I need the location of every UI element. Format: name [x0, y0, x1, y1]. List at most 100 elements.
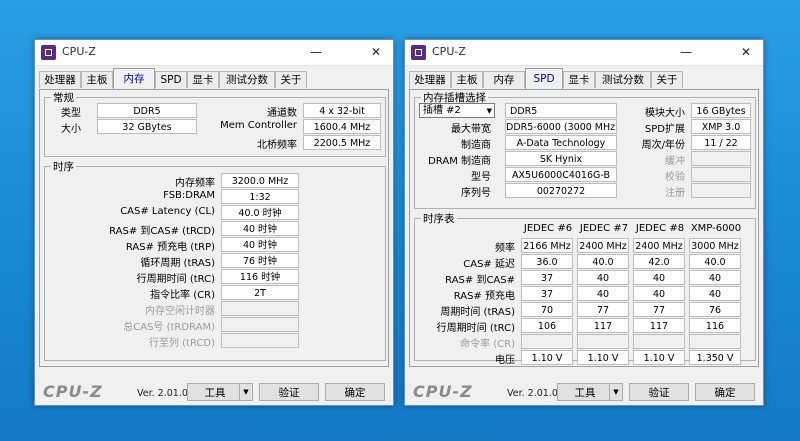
- slot-select-value: 插槽 #2: [423, 105, 461, 116]
- timing-value: 40 时钟: [221, 221, 299, 236]
- close-icon[interactable]: ✕: [731, 42, 761, 62]
- part-number-label: 型号: [471, 172, 491, 183]
- tab-cpu[interactable]: 处理器: [39, 71, 81, 88]
- table-cell: 117: [633, 318, 685, 333]
- tab-memory[interactable]: 内存: [483, 71, 525, 88]
- table-cell: [633, 334, 685, 349]
- table-cell: 1.10 V: [521, 350, 573, 365]
- correction-value: [691, 167, 751, 182]
- buffered-label: 缓冲: [665, 156, 685, 167]
- tools-button[interactable]: 工具 ▼: [187, 383, 253, 401]
- title-bar[interactable]: CPU-Z — ✕: [35, 40, 393, 66]
- table-cell: 40: [633, 286, 685, 301]
- tab-cpu[interactable]: 处理器: [409, 71, 451, 88]
- module-size-label: 模块大小: [645, 108, 685, 119]
- tab-spd[interactable]: SPD: [155, 71, 187, 88]
- table-cell: 1.10 V: [633, 350, 685, 365]
- table-row-label: 周期时间 (tRAS): [440, 307, 515, 318]
- table-row-label: 电压: [495, 355, 515, 366]
- table-cell: 42.0: [633, 254, 685, 269]
- timing-label: CAS# Latency (CL): [120, 206, 215, 217]
- table-row-label: 命令率 (CR): [460, 339, 515, 350]
- slot-group: 内存插槽选择 插槽 #2 ▼ DDR5 最大带宽 DDR5-6000 (3000 …: [414, 90, 756, 209]
- table-cell: 1.10 V: [577, 350, 629, 365]
- timing-label: 内存空闲计时器: [145, 306, 215, 317]
- tab-graphics[interactable]: 显卡: [187, 71, 219, 88]
- table-row-label: 行周期时间 (tRC): [436, 323, 515, 334]
- timing-value: 2T: [221, 285, 299, 300]
- table-cell: 40: [633, 270, 685, 285]
- chevron-down-icon[interactable]: ▼: [609, 384, 622, 400]
- tab-bench[interactable]: 测试分数: [595, 71, 651, 88]
- tab-bench[interactable]: 测试分数: [219, 71, 275, 88]
- tools-button[interactable]: 工具 ▼: [557, 383, 623, 401]
- general-group: 常规 类型 DDR5 大小 32 GBytes 通道数 4 x 32-bit M…: [44, 90, 386, 157]
- dram-manufacturer-label: DRAM 制造商: [428, 156, 491, 167]
- registered-value: [691, 183, 751, 198]
- spd-ext-value: XMP 3.0: [691, 119, 751, 134]
- timing-value: 40.0 时钟: [221, 205, 299, 220]
- tab-spd[interactable]: SPD: [525, 68, 563, 89]
- table-cell: 117: [577, 318, 629, 333]
- tab-mainboard[interactable]: 主板: [451, 71, 483, 88]
- tab-about[interactable]: 关于: [275, 71, 307, 88]
- buffered-value: [691, 151, 751, 166]
- minimize-icon[interactable]: —: [301, 42, 331, 62]
- table-cell: 106: [521, 318, 573, 333]
- type-value: DDR5: [97, 103, 197, 118]
- table-cell: 40: [689, 286, 741, 301]
- table-cell: 77: [577, 302, 629, 317]
- table-cell: 77: [633, 302, 685, 317]
- group-title: 时序: [51, 159, 76, 174]
- channels-label: 通道数: [267, 108, 297, 119]
- max-bandwidth-value: DDR5-6000 (3000 MHz): [505, 119, 617, 134]
- cpuz-window-spd: CPU-Z — ✕ 处理器 主板 内存 SPD 显卡 测试分数 关于 内存插槽选…: [404, 39, 764, 406]
- table-cell: 36.0: [521, 254, 573, 269]
- chevron-down-icon[interactable]: ▼: [239, 384, 252, 400]
- footer-bar: CPU-Z Ver. 2.01.0.x64 工具 ▼ 验证 确定: [405, 378, 763, 404]
- table-cell: [521, 334, 573, 349]
- table-cell: 37: [521, 270, 573, 285]
- memory-panel: 常规 类型 DDR5 大小 32 GBytes 通道数 4 x 32-bit M…: [39, 89, 389, 367]
- validate-button[interactable]: 验证: [259, 383, 319, 401]
- cpuz-logo: CPU-Z: [413, 382, 473, 401]
- timing-label: 行周期时间 (tRC): [136, 274, 215, 285]
- slot-select[interactable]: 插槽 #2 ▼: [419, 103, 495, 118]
- minimize-icon[interactable]: —: [671, 42, 701, 62]
- table-cell: 40.0: [689, 254, 741, 269]
- tab-bar: 处理器 主板 内存 SPD 显卡 测试分数 关于: [409, 68, 759, 90]
- table-cell: 70: [521, 302, 573, 317]
- type-label: 类型: [61, 108, 81, 119]
- tab-graphics[interactable]: 显卡: [563, 71, 595, 88]
- timing-value: 1:32: [221, 189, 299, 204]
- timing-label: 循环周期 (tRAS): [140, 258, 215, 269]
- tab-about[interactable]: 关于: [651, 71, 683, 88]
- ok-button[interactable]: 确定: [325, 383, 385, 401]
- registered-label: 注册: [665, 188, 685, 199]
- table-cell: 37: [521, 286, 573, 301]
- title-bar[interactable]: CPU-Z — ✕: [405, 40, 763, 66]
- table-cell: 2400 MHz: [633, 238, 685, 253]
- timing-value: [221, 301, 299, 316]
- tab-mainboard[interactable]: 主板: [81, 71, 113, 88]
- manufacturer-label: 制造商: [461, 140, 491, 151]
- table-cell: 116: [689, 318, 741, 333]
- cpuz-app-icon: [411, 45, 426, 60]
- table-row-label: RAS# 预充电: [453, 291, 515, 302]
- timing-label: RAS# 预充电 (tRP): [125, 242, 215, 253]
- table-cell: [577, 334, 629, 349]
- timing-label: RAS# 到CAS# (tRCD): [109, 226, 215, 237]
- close-icon[interactable]: ✕: [361, 42, 391, 62]
- timing-label: 指令比率 (CR): [150, 290, 215, 301]
- footer-bar: CPU-Z Ver. 2.01.0.x64 工具 ▼ 验证 确定: [35, 378, 393, 404]
- validate-button[interactable]: 验证: [629, 383, 689, 401]
- cpuz-app-icon: [41, 45, 56, 60]
- ok-button[interactable]: 确定: [695, 383, 755, 401]
- table-row-label: CAS# 延迟: [463, 259, 515, 270]
- window-title: CPU-Z: [62, 45, 96, 58]
- table-cell: 40: [577, 286, 629, 301]
- tab-memory[interactable]: 内存: [113, 68, 155, 89]
- tools-label: 工具: [574, 387, 596, 399]
- channels-value: 4 x 32-bit: [303, 103, 381, 118]
- table-cell: 40: [577, 270, 629, 285]
